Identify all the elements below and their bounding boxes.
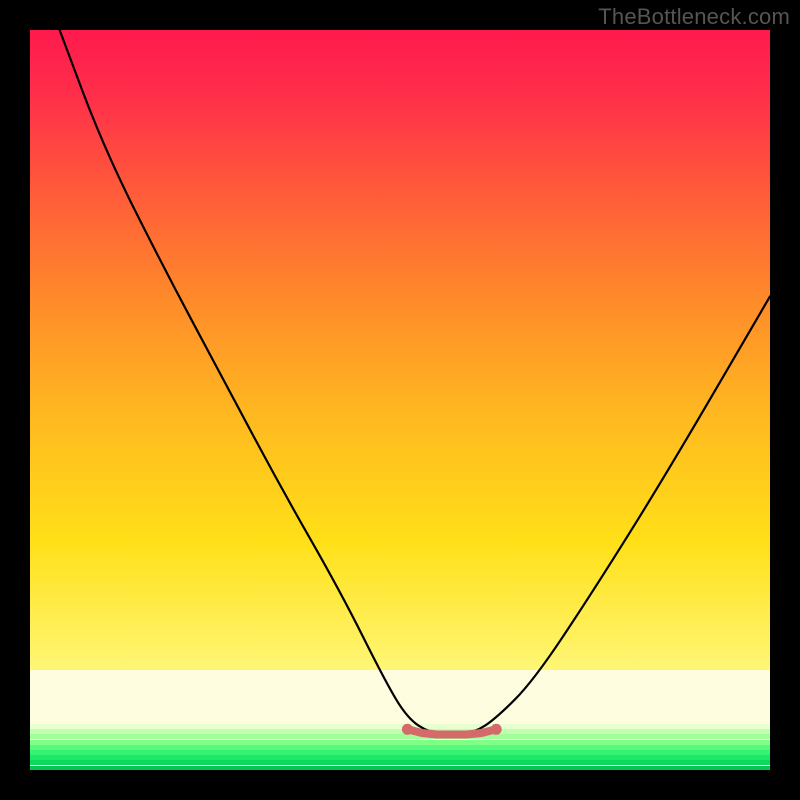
trough-marker [434,731,440,737]
trough-marker [463,731,469,737]
trough-marker [419,730,425,736]
plot-area [30,30,770,770]
bottleneck-curve-path [60,30,770,733]
curve-svg [30,30,770,770]
trough-marker [478,730,484,736]
trough-marker [449,731,455,737]
chart-frame: TheBottleneck.com [0,0,800,800]
trough-endpoint-marker [491,724,502,735]
watermark-text: TheBottleneck.com [598,4,790,30]
trough-endpoint-marker [402,724,413,735]
